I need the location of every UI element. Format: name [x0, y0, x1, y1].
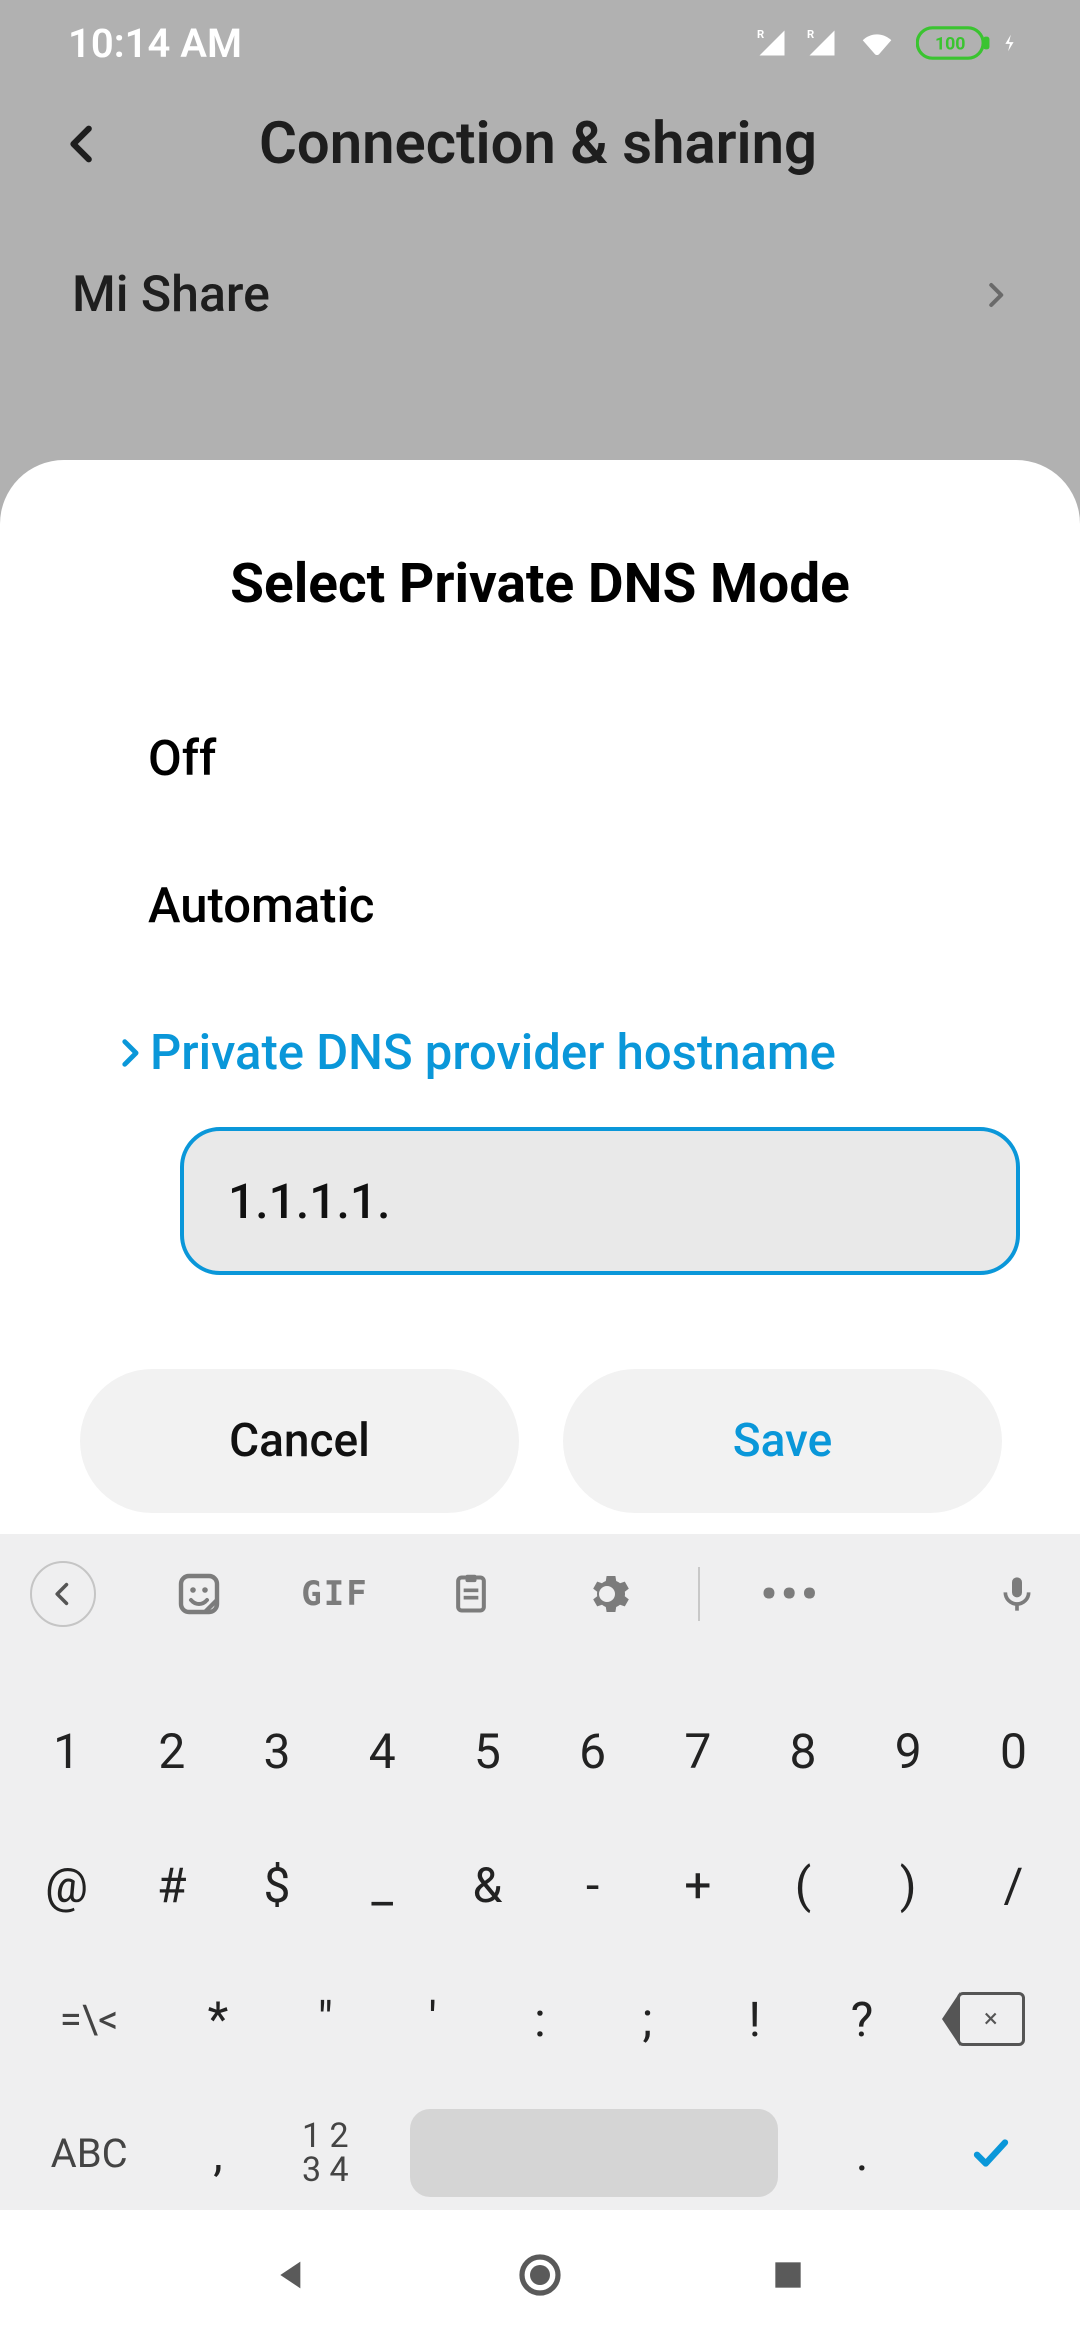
key-hash[interactable]: # [119, 1818, 224, 1952]
wifi-icon [856, 27, 898, 59]
key-4[interactable]: 4 [330, 1684, 435, 1818]
chevron-right-icon [112, 1031, 146, 1075]
more-icon[interactable]: ••• [758, 1561, 824, 1627]
clipboard-icon[interactable] [438, 1561, 504, 1627]
key-squote[interactable]: ' [379, 1952, 486, 2086]
key-6[interactable]: 6 [540, 1684, 645, 1818]
signal-1-icon: R [756, 28, 788, 58]
svg-text:R: R [757, 28, 764, 41]
svg-text:100: 100 [935, 34, 966, 54]
nav-back-button[interactable] [268, 2251, 316, 2299]
nav-home-button[interactable] [516, 2251, 564, 2299]
system-nav-bar [0, 2210, 1080, 2340]
mic-icon[interactable] [984, 1561, 1050, 1627]
key-8[interactable]: 8 [750, 1684, 855, 1818]
key-abc[interactable]: ABC [14, 2086, 164, 2220]
keyboard-toolbar: GIF ••• [0, 1534, 1080, 1654]
key-semi[interactable]: ; [594, 1952, 701, 2086]
key-plus[interactable]: + [645, 1818, 750, 1952]
key-dash[interactable]: - [540, 1818, 645, 1952]
signal-2-icon: R [806, 28, 838, 58]
key-dollar[interactable]: $ [224, 1818, 329, 1952]
keyboard-row-4: ABC , 1 2 3 4 . [14, 2086, 1066, 2220]
status-time: 10:14 AM [68, 20, 242, 67]
sheet-title: Select Private DNS Mode [0, 460, 1080, 726]
key-colon[interactable]: : [486, 1952, 593, 2086]
key-comma[interactable]: , [164, 2086, 271, 2220]
gif-button[interactable]: GIF [302, 1561, 368, 1627]
keyboard-collapse-icon[interactable] [30, 1561, 96, 1627]
battery-icon: 100 [916, 25, 1020, 61]
key-numpad-toggle[interactable]: 1 2 3 4 [272, 2086, 379, 2220]
key-enter[interactable] [916, 2086, 1066, 2220]
status-bar: 10:14 AM R R 100 [0, 0, 1080, 86]
key-star[interactable]: * [164, 1952, 271, 2086]
keyboard-toolbar-divider [698, 1567, 700, 1621]
numpad-bottom: 3 4 [302, 2153, 349, 2187]
page-title: Connection & sharing [56, 110, 1020, 178]
key-amp[interactable]: & [435, 1818, 540, 1952]
option-hostname-label: Private DNS provider hostname [150, 1024, 836, 1081]
key-5[interactable]: 5 [435, 1684, 540, 1818]
sticker-icon[interactable] [166, 1561, 232, 1627]
hostname-input[interactable] [180, 1127, 1020, 1275]
key-rparen[interactable]: ) [856, 1818, 961, 1952]
page-header: Connection & sharing [0, 86, 1080, 236]
key-1[interactable]: 1 [14, 1684, 119, 1818]
key-dquote[interactable]: " [272, 1952, 379, 2086]
check-icon [964, 2132, 1018, 2174]
gear-icon[interactable] [574, 1561, 640, 1627]
key-period[interactable]: . [808, 2086, 915, 2220]
key-0[interactable]: 0 [961, 1684, 1066, 1818]
keyboard-row-2: @ # $ _ & - + ( ) / [14, 1818, 1066, 1952]
key-slash[interactable]: / [961, 1818, 1066, 1952]
key-space[interactable] [379, 2086, 808, 2220]
keyboard-row-1: 1 2 3 4 5 6 7 8 9 0 [14, 1684, 1066, 1818]
key-at[interactable]: @ [14, 1818, 119, 1952]
svg-text:R: R [807, 28, 814, 41]
settings-row-mi-share[interactable]: Mi Share [0, 236, 1080, 354]
keyboard-row-3: =\< * " ' : ; ! ? × [14, 1952, 1066, 2086]
key-under[interactable]: _ [330, 1818, 435, 1952]
option-off[interactable]: Off [0, 726, 1080, 877]
option-automatic[interactable]: Automatic [0, 877, 1080, 1024]
key-quest[interactable]: ? [808, 1952, 915, 2086]
backspace-icon: × [957, 1992, 1025, 2046]
numpad-top: 1 2 [302, 2119, 349, 2153]
key-9[interactable]: 9 [856, 1684, 961, 1818]
chevron-right-icon [980, 274, 1010, 316]
key-7[interactable]: 7 [645, 1684, 750, 1818]
settings-row-label: Mi Share [72, 266, 270, 324]
status-right-cluster: R R 100 [756, 25, 1020, 61]
nav-recents-button[interactable] [764, 2251, 812, 2299]
key-2[interactable]: 2 [119, 1684, 224, 1818]
save-button[interactable]: Save [563, 1369, 1002, 1513]
cancel-button[interactable]: Cancel [80, 1369, 519, 1513]
key-backspace[interactable]: × [916, 1952, 1066, 2086]
option-hostname[interactable]: Private DNS provider hostname [0, 1024, 1080, 1081]
key-lparen[interactable]: ( [750, 1818, 855, 1952]
spacebar-icon [410, 2109, 778, 2197]
key-3[interactable]: 3 [224, 1684, 329, 1818]
key-more-symbols[interactable]: =\< [14, 1952, 164, 2086]
key-excl[interactable]: ! [701, 1952, 808, 2086]
